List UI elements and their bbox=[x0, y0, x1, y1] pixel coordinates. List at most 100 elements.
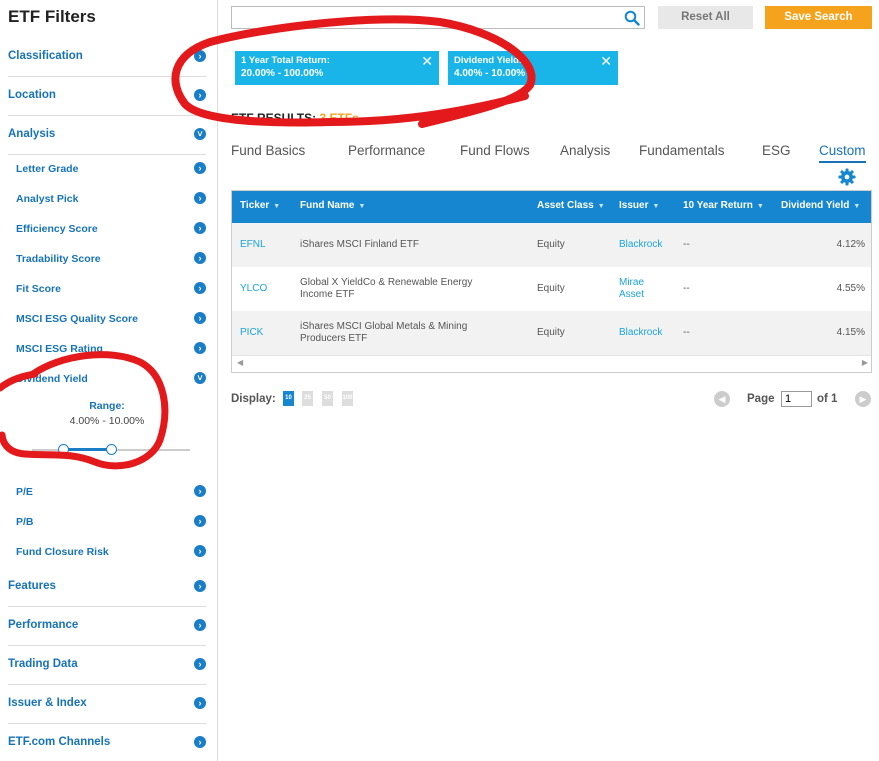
page-number-input[interactable] bbox=[781, 391, 812, 407]
chip-value: 20.00% - 100.00% bbox=[241, 68, 324, 79]
sidebar-item-label: Location bbox=[8, 89, 56, 101]
ticker-link[interactable]: EFNL bbox=[240, 239, 266, 250]
column-header-dividend-yield[interactable]: Dividend Yield ▼ bbox=[781, 200, 860, 211]
tab-fund-flows[interactable]: Fund Flows bbox=[460, 143, 530, 158]
tab-custom[interactable]: Custom bbox=[819, 143, 866, 163]
filter-label: Analyst Pick bbox=[16, 193, 79, 205]
filter-fund-closure-risk[interactable]: Fund Closure Risk › bbox=[16, 538, 206, 568]
filter-chip-1yr-return: 1 Year Total Return: 20.00% - 100.00% ✕ bbox=[235, 51, 439, 85]
sidebar-item-analysis[interactable]: Analysis ˅ bbox=[8, 116, 206, 155]
issuer-link[interactable]: Blackrock bbox=[619, 239, 662, 250]
search-input[interactable] bbox=[238, 10, 618, 26]
tab-fundamentals[interactable]: Fundamentals bbox=[639, 143, 725, 158]
filter-label: Fund Closure Risk bbox=[16, 546, 109, 558]
ticker-link[interactable]: PICK bbox=[240, 327, 263, 338]
range-slider-max-handle[interactable] bbox=[105, 444, 117, 455]
fund-name: Global X YieldCo & Renewable Energy bbox=[300, 277, 473, 288]
scroll-left-icon[interactable]: ◀ bbox=[237, 358, 243, 367]
chip-title: 1 Year Total Return: bbox=[241, 55, 330, 66]
filter-label: P/B bbox=[16, 516, 34, 528]
filter-label: Fit Score bbox=[16, 283, 61, 295]
scroll-right-icon[interactable]: ▶ bbox=[862, 358, 868, 367]
tab-analysis[interactable]: Analysis bbox=[560, 143, 610, 158]
next-page-icon[interactable]: ▶ bbox=[855, 391, 871, 407]
gear-icon[interactable] bbox=[838, 168, 856, 186]
save-search-button[interactable]: Save Search bbox=[765, 6, 872, 29]
filter-analyst-pick[interactable]: Analyst Pick › bbox=[16, 185, 206, 215]
tab-fund-basics[interactable]: Fund Basics bbox=[231, 143, 305, 158]
issuer-link[interactable]: Blackrock bbox=[619, 327, 662, 338]
column-header-10yr-return[interactable]: 10 Year Return ▼ bbox=[683, 200, 764, 211]
column-header-ticker[interactable]: Ticker ▼ bbox=[240, 200, 280, 211]
asset-class: Equity bbox=[537, 283, 565, 294]
chevron-right-icon: › bbox=[194, 619, 206, 631]
filter-letter-grade[interactable]: Letter Grade › bbox=[16, 155, 206, 185]
filter-dividend-yield[interactable]: Dividend Yield ˅ bbox=[16, 365, 206, 395]
fund-name-line2: Income ETF bbox=[300, 289, 355, 300]
tab-esg[interactable]: ESG bbox=[762, 143, 791, 158]
sidebar-item-label: ETF.com Channels bbox=[8, 736, 111, 748]
table-row: PICK iShares MSCI Global Metals & Mining… bbox=[232, 311, 871, 355]
reset-all-button[interactable]: Reset All bbox=[658, 6, 753, 29]
horizontal-scrollbar[interactable]: ◀ ▶ bbox=[232, 355, 871, 372]
filter-tradability-score[interactable]: Tradability Score › bbox=[16, 245, 206, 275]
dividend-yield-value: 4.55% bbox=[836, 283, 865, 294]
previous-page-icon[interactable]: ◀ bbox=[714, 391, 730, 407]
filter-pb[interactable]: P/B › bbox=[16, 508, 206, 538]
range-slider-min-handle[interactable] bbox=[58, 444, 70, 455]
filter-fit-score[interactable]: Fit Score › bbox=[16, 275, 206, 305]
filter-label: Tradability Score bbox=[16, 253, 101, 265]
chevron-right-icon: › bbox=[194, 282, 206, 294]
filter-label: MSCI ESG Rating bbox=[16, 343, 103, 355]
chevron-right-icon: › bbox=[194, 252, 206, 264]
sidebar-item-issuer-index[interactable]: Issuer & Index › bbox=[8, 685, 206, 724]
results-count: 3 ETFs bbox=[319, 111, 359, 125]
range-max: 10.00% bbox=[108, 415, 145, 427]
display-option-50[interactable]: 50 bbox=[322, 391, 333, 406]
ten-year-return: -- bbox=[683, 283, 690, 294]
display-label: Display: bbox=[231, 393, 276, 405]
sidebar-item-label: Analysis bbox=[8, 128, 56, 140]
display-option-10[interactable]: 10 bbox=[283, 391, 294, 406]
filter-label: Efficiency Score bbox=[16, 223, 98, 235]
filter-efficiency-score[interactable]: Efficiency Score › bbox=[16, 215, 206, 245]
display-option-100[interactable]: 100 bbox=[342, 391, 353, 406]
close-icon[interactable]: ✕ bbox=[421, 53, 433, 70]
sidebar-item-features[interactable]: Features › bbox=[8, 568, 206, 607]
sidebar-item-trading-data[interactable]: Trading Data › bbox=[8, 646, 206, 685]
display-option-25[interactable]: 25 bbox=[302, 391, 313, 406]
sidebar-item-performance[interactable]: Performance › bbox=[8, 607, 206, 646]
filter-label: Letter Grade bbox=[16, 163, 79, 175]
filter-msci-esg-quality-score[interactable]: MSCI ESG Quality Score › bbox=[16, 305, 206, 335]
close-icon[interactable]: ✕ bbox=[600, 53, 612, 70]
search-icon[interactable] bbox=[624, 10, 640, 26]
filters-sidebar: ETF Filters Classification › Location › … bbox=[0, 0, 218, 761]
filter-msci-esg-rating[interactable]: MSCI ESG Rating › bbox=[16, 335, 206, 365]
filter-pe[interactable]: P/E › bbox=[16, 478, 206, 508]
chevron-right-icon: › bbox=[194, 162, 206, 174]
page-label: Page bbox=[747, 393, 775, 405]
ticker-link[interactable]: YLCO bbox=[240, 283, 267, 294]
column-header-fund-name[interactable]: Fund Name ▼ bbox=[300, 200, 365, 211]
column-header-asset-class[interactable]: Asset Class ▼ bbox=[537, 200, 605, 211]
chevron-right-icon: › bbox=[194, 222, 206, 234]
sidebar-item-label: Performance bbox=[8, 619, 79, 631]
sidebar-item-label: Features bbox=[8, 580, 56, 592]
chevron-right-icon: › bbox=[194, 50, 206, 62]
filter-chip-dividend-yield: Dividend Yield: 4.00% - 10.00% ✕ bbox=[448, 51, 618, 85]
issuer-link-line2[interactable]: Asset bbox=[619, 289, 644, 300]
range-slider-fill bbox=[63, 448, 111, 451]
sidebar-item-etf-channels[interactable]: ETF.com Channels › bbox=[8, 724, 206, 761]
sidebar-item-classification[interactable]: Classification › bbox=[8, 38, 206, 77]
chevron-right-icon: › bbox=[194, 658, 206, 670]
chevron-right-icon: › bbox=[194, 342, 206, 354]
tab-performance[interactable]: Performance bbox=[348, 143, 425, 158]
sidebar-item-location[interactable]: Location › bbox=[8, 77, 206, 116]
page-total: of 1 bbox=[817, 393, 838, 405]
table-header: Ticker ▼ Fund Name ▼ Asset Class ▼ Issuer ▼ … bbox=[232, 191, 871, 223]
fund-name-line2: Producers ETF bbox=[300, 333, 368, 344]
column-header-issuer[interactable]: Issuer ▼ bbox=[619, 200, 659, 211]
chevron-right-icon: › bbox=[194, 485, 206, 497]
results-table: Ticker ▼ Fund Name ▼ Asset Class ▼ Issuer ▼ … bbox=[231, 190, 872, 373]
issuer-link[interactable]: Mirae bbox=[619, 277, 644, 288]
